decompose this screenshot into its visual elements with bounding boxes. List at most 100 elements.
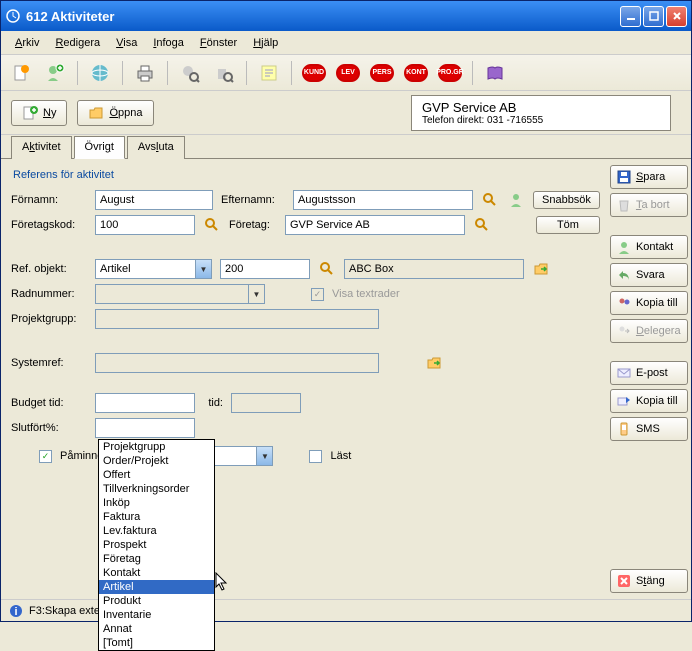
folder-open-icon (88, 105, 104, 121)
company-find-icon[interactable] (212, 61, 236, 85)
dropdown-item[interactable]: [Tomt] (99, 636, 214, 650)
toolbar-sep (291, 61, 292, 85)
sms-button[interactable]: SMS (610, 417, 688, 441)
persons-icon (617, 296, 631, 310)
dropdown-item[interactable]: Produkt (99, 594, 214, 608)
label-radnummer: Radnummer: (11, 288, 87, 300)
info-icon: i (9, 604, 23, 618)
search-icon[interactable] (481, 191, 499, 209)
badge-pers[interactable]: PERS (370, 64, 394, 82)
fornamn-input[interactable] (95, 190, 213, 210)
kopiatill2-button[interactable]: Kopia till (610, 389, 688, 413)
folder-go-icon[interactable] (532, 260, 550, 278)
tom-button[interactable]: Töm (536, 216, 600, 234)
company-phone: Telefon direkt: 031 -716555 (422, 115, 660, 126)
dropdown-item[interactable]: Inventarie (99, 608, 214, 622)
spara-button[interactable]: Spara (610, 165, 688, 189)
note-icon[interactable] (257, 61, 281, 85)
menu-hjalp[interactable]: Hjälp (247, 35, 284, 51)
secondary-bar: Ny Öppna GVP Service AB Telefon direkt: … (1, 91, 691, 135)
contact-find-icon[interactable] (178, 61, 202, 85)
efternamn-input[interactable] (293, 190, 473, 210)
book-icon[interactable] (483, 61, 507, 85)
dropdown-item[interactable]: Inköp (99, 496, 214, 510)
search-icon[interactable] (203, 216, 221, 234)
delegera-button: Delegera (610, 319, 688, 343)
kopiatill-button[interactable]: Kopia till (610, 291, 688, 315)
menu-fonster[interactable]: Fönster (194, 35, 243, 51)
minimize-button[interactable] (620, 6, 641, 27)
tab-aktivitet[interactable]: Aktivitet (11, 136, 72, 159)
epost-button[interactable]: E-post (610, 361, 688, 385)
snabbsok-button[interactable]: Snabbsök (533, 191, 600, 209)
menu-infoga[interactable]: Infoga (147, 35, 190, 51)
chevron-down-icon: ▼ (256, 447, 272, 465)
toolbar-sep (122, 61, 123, 85)
reply-icon (617, 268, 631, 282)
menu-arkiv[interactable]: Arkiv (9, 35, 45, 51)
new-user-icon[interactable] (43, 61, 67, 85)
new-button[interactable]: Ny (11, 100, 67, 126)
toolbar-sep (167, 61, 168, 85)
foretagskod-input[interactable] (95, 215, 195, 235)
dropdown-item[interactable]: Projektgrupp (99, 440, 214, 454)
dropdown-item[interactable]: Annat (99, 622, 214, 636)
maximize-button[interactable] (643, 6, 664, 27)
tab-avsluta[interactable]: Avsluta (127, 136, 185, 159)
mail-icon (617, 366, 631, 380)
last-checkbox[interactable] (309, 450, 322, 463)
projektgrupp-input (95, 309, 379, 329)
label-tid: tid: (203, 397, 223, 409)
kontakt-button[interactable]: Kontakt (610, 235, 688, 259)
refobjekt-dropdown-list[interactable]: ProjektgruppOrder/ProjektOffertTillverkn… (98, 439, 215, 651)
dropdown-item[interactable]: Lev.faktura (99, 524, 214, 538)
search-icon[interactable] (473, 216, 491, 234)
open-button-label: Öppna (109, 107, 142, 119)
systemref-input (95, 353, 379, 373)
open-button[interactable]: Öppna (77, 100, 153, 126)
menu-redigera[interactable]: Redigera (49, 35, 106, 51)
slutfort-input[interactable] (95, 418, 195, 438)
search-icon[interactable] (318, 260, 336, 278)
tab-ovrigt[interactable]: Övrigt (74, 136, 125, 159)
paminnelse-checkbox[interactable]: ✓ (39, 450, 52, 463)
dropdown-item[interactable]: Offert (99, 468, 214, 482)
folder-go-icon[interactable] (425, 354, 443, 372)
dropdown-item[interactable]: Artikel (99, 580, 214, 594)
svara-button[interactable]: Svara (610, 263, 688, 287)
label-foretag: Företag: (229, 219, 277, 231)
person-icon[interactable] (507, 191, 525, 209)
refobjekt-dropdown[interactable]: Artikel ▼ (95, 259, 212, 279)
label-budgettid: Budget tid: (11, 397, 87, 409)
foretag-input[interactable] (285, 215, 465, 235)
badge-lev[interactable]: LEV (336, 64, 360, 82)
label-efternamn: Efternamn: (221, 194, 285, 206)
visatextrader-checkbox: ✓ (311, 288, 324, 301)
badge-kund[interactable]: KUND (302, 64, 326, 82)
spara-label: Spara (636, 171, 665, 183)
company-info: GVP Service AB Telefon direkt: 031 -7165… (411, 95, 671, 131)
globe-icon[interactable] (88, 61, 112, 85)
dropdown-item[interactable]: Tillverkningsorder (99, 482, 214, 496)
dropdown-item[interactable]: Företag (99, 552, 214, 566)
badge-progr[interactable]: PRO.GR (438, 64, 462, 82)
dropdown-item[interactable]: Faktura (99, 510, 214, 524)
close-button[interactable] (666, 6, 687, 27)
label-fornamn: Förnamn: (11, 194, 87, 206)
delegate-icon (617, 324, 631, 338)
new-doc-icon[interactable] (9, 61, 33, 85)
dropdown-item[interactable]: Order/Projekt (99, 454, 214, 468)
budgettid-input[interactable] (95, 393, 195, 413)
badge-kont[interactable]: KONT (404, 64, 428, 82)
print-icon[interactable] (133, 61, 157, 85)
delete-icon (617, 198, 631, 212)
dropdown-item[interactable]: Kontakt (99, 566, 214, 580)
refobjekt-code-input[interactable] (220, 259, 310, 279)
menu-visa[interactable]: Visa (110, 35, 143, 51)
dropdown-item[interactable]: Prospekt (99, 538, 214, 552)
app-icon (5, 8, 21, 24)
stang-button[interactable]: Stäng (610, 569, 688, 593)
tabort-button: Ta bort (610, 193, 688, 217)
kontakt-label: Kontakt (636, 241, 673, 253)
chevron-down-icon: ▼ (248, 285, 264, 303)
